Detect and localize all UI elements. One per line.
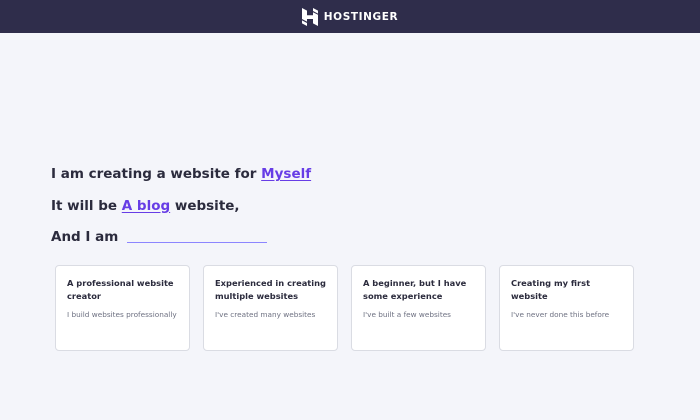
site-type-suffix: website,: [174, 197, 240, 214]
experience-line: And I am: [51, 226, 671, 248]
option-description: I've built a few websites: [363, 310, 451, 319]
purpose-prefix: I am creating a website for: [51, 166, 257, 182]
experience-prefix: And I am: [51, 229, 119, 245]
purpose-line: I am creating a website for Myself: [51, 163, 671, 185]
option-description: I've never done this before: [511, 310, 610, 319]
option-title: A beginner, but I have some experience: [363, 278, 467, 301]
site-type-dropdown[interactable]: A blog: [122, 198, 170, 214]
option-card-professional[interactable]: A professional website creator I build w…: [55, 265, 190, 351]
site-type-line: It will be A blog website,: [51, 195, 671, 217]
purpose-dropdown[interactable]: Myself: [261, 166, 311, 182]
option-card-beginner[interactable]: A beginner, but I have some experience I…: [351, 265, 486, 351]
option-title: Experienced in creating multiple website…: [215, 278, 326, 301]
hostinger-h-logo-icon: [301, 7, 318, 26]
option-card-experienced[interactable]: Experienced in creating multiple website…: [203, 265, 338, 351]
experience-options: A professional website creator I build w…: [55, 265, 634, 351]
option-title: Creating my first website: [511, 278, 591, 301]
option-title: A professional website creator: [67, 278, 174, 301]
option-description: I build websites professionally: [67, 310, 177, 319]
experience-blank-field[interactable]: [127, 228, 268, 243]
option-description: I've created many websites: [215, 310, 316, 319]
brand-name: HOSTINGER: [323, 10, 399, 23]
brand-logo[interactable]: HOSTINGER: [301, 7, 399, 26]
option-card-first-website[interactable]: Creating my first website I've never don…: [499, 265, 634, 351]
sentence-form: I am creating a website for Myself It wi…: [51, 163, 671, 258]
site-type-prefix: It will be: [51, 197, 118, 214]
top-header: HOSTINGER: [0, 0, 700, 33]
